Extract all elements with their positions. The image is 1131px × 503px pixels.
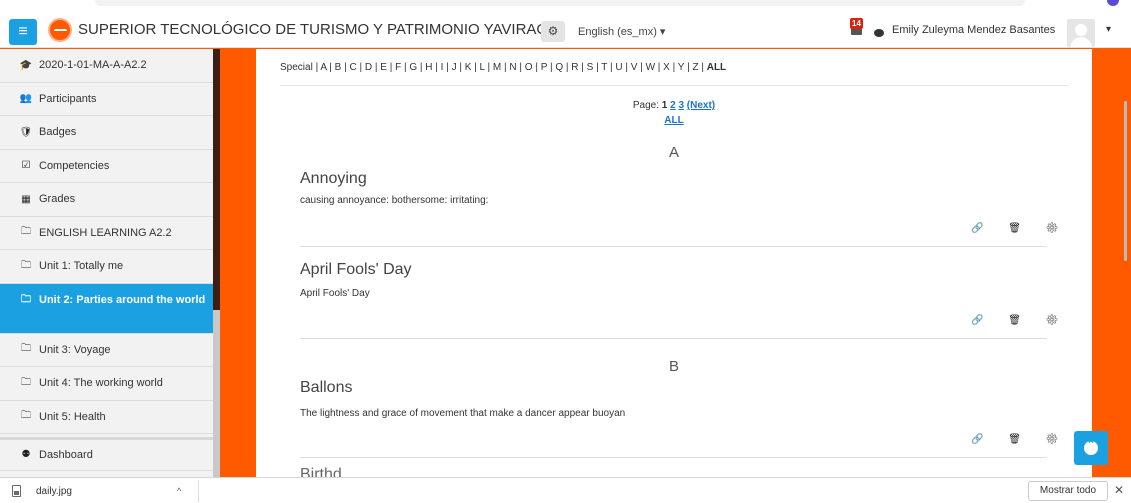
site-logo[interactable]	[48, 18, 72, 42]
sidebar-item-participants[interactable]: 👥 Participants	[0, 82, 213, 116]
sidebar-item-label: Competencies	[39, 159, 110, 172]
table-icon: ▦	[21, 193, 31, 205]
notification-count-badge: 14	[850, 18, 863, 29]
sidebar-item-grades[interactable]: ▦ Grades	[0, 183, 213, 217]
sidebar-item-course[interactable]: 🎓 2020-1-01-MA-A-A2.2	[0, 49, 213, 83]
page-label: Page:	[632, 100, 659, 111]
divider	[280, 85, 1068, 86]
alphabet-filter[interactable]: Special | A | B | C | D | E | F | G | H …	[280, 62, 726, 73]
divider	[198, 480, 199, 502]
sidebar-item-label: Dashboard	[39, 448, 93, 461]
folder-icon: 🗀	[21, 410, 31, 422]
sidebar-item-label: ENGLISH LEARNING A2.2	[39, 226, 172, 239]
close-icon[interactable]: ✕	[1114, 483, 1124, 497]
chevron-up-icon[interactable]: ^	[177, 486, 181, 496]
folder-icon: 🗀	[21, 343, 31, 355]
entry-divider	[300, 457, 1047, 458]
user-name[interactable]: Emily Zuleyma Mendez Basantes	[892, 24, 1055, 36]
site-name[interactable]: SUPERIOR TECNOLÓGICO DE TURISMO Y PATRIM…	[78, 21, 547, 38]
users-icon: 👥	[19, 93, 33, 105]
page-scrollbar-thumb[interactable]	[1124, 101, 1127, 261]
sidebar: 🎓 2020-1-01-MA-A-A2.2 👥 Participants 🛡 Badg…	[0, 49, 213, 477]
page-link-3[interactable]: 3	[678, 100, 684, 111]
sidebar-scrollbar-thumb[interactable]	[213, 310, 220, 477]
avatar-body-shape	[1070, 37, 1092, 47]
entry-definition: causing annoyance: bothersome: irritatin…	[300, 195, 489, 206]
entry-action-icons[interactable]: 🔗 🗑 ⚙	[971, 315, 1069, 326]
entry-title: Annoying	[300, 170, 367, 187]
letter-heading-a: A	[668, 144, 679, 161]
notifications-button[interactable]: 14	[850, 18, 863, 35]
page-all-link[interactable]: ALL	[256, 115, 1092, 126]
sidebar-item-english-learning[interactable]: 🗀 ENGLISH LEARNING A2.2	[0, 216, 213, 250]
back-to-top-button[interactable]: ⌃	[1074, 431, 1108, 465]
sidebar-item-label: Badges	[39, 126, 77, 139]
glossary-main: Special | A | B | C | D | E | F | G | H …	[256, 49, 1092, 477]
sidebar-item-label: Unit 5: Health	[39, 410, 106, 423]
sidebar-item-unit-4[interactable]: 🗀 Unit 4: The working world	[0, 367, 213, 401]
page-next-link[interactable]: (Next)	[687, 100, 715, 111]
sidebar-item-label: Unit 3: Voyage	[39, 343, 111, 356]
shield-icon: 🛡	[19, 126, 33, 138]
navbar: ≡ SUPERIOR TECNOLÓGICO DE TURISMO Y PATR…	[0, 8, 1131, 48]
sidebar-item-competencies[interactable]: ☑ Competencies	[0, 149, 213, 183]
browser-tab-bar	[95, 0, 1025, 6]
sidebar-item-label: Participants	[39, 92, 97, 105]
download-file-name[interactable]: daily.jpg	[36, 486, 72, 497]
chat-icon[interactable]	[874, 29, 884, 37]
page-current: 1	[661, 100, 668, 111]
avatar[interactable]	[1067, 19, 1095, 47]
page-link-2[interactable]: 2	[670, 100, 676, 111]
settings-gear-button[interactable]: ⚙	[541, 21, 565, 42]
letter-heading-b: B	[668, 358, 679, 375]
entry-action-icons[interactable]: 🔗 🗑 ⚙	[971, 223, 1069, 234]
menu-toggle-button[interactable]: ≡	[9, 19, 37, 45]
hamburger-icon: ≡	[18, 23, 28, 40]
chevron-up-icon: ⌃	[1086, 439, 1096, 451]
alphabet-letters[interactable]: Special | A | B | C | D | E | F | G | H …	[280, 62, 704, 73]
sidebar-item-dashboard[interactable]: ⚉ Dashboard	[0, 437, 213, 471]
dashboard-icon: ⚉	[21, 449, 31, 461]
pagination: Page: 1 2 3 (Next)	[256, 100, 1092, 111]
avatar-head-shape	[1075, 24, 1087, 36]
entry-title: Ballons	[300, 379, 353, 396]
language-selector[interactable]: English (es_mx) ▾	[578, 25, 665, 38]
sidebar-item-label: Grades	[39, 193, 76, 206]
browser-profile-icon[interactable]	[1107, 0, 1119, 6]
folder-icon: 🗀	[21, 226, 31, 238]
alphabet-all-link[interactable]: ALL	[707, 62, 726, 73]
page-scrollbar[interactable]	[1120, 49, 1131, 477]
entry-title-partial: Birthd	[300, 466, 342, 477]
user-menu-caret-icon[interactable]: ▾	[1106, 24, 1111, 35]
folder-icon: 🗀	[21, 293, 31, 305]
entry-divider	[300, 246, 1047, 247]
show-all-downloads-button[interactable]: Mostrar todo	[1028, 481, 1108, 501]
entry-title: April Fools' Day	[300, 261, 412, 278]
download-bar: daily.jpg ^ Mostrar todo ✕	[0, 477, 1131, 503]
checkbox-icon: ☑	[21, 160, 31, 172]
sidebar-item-unit-5[interactable]: 🗀 Unit 5: Health	[0, 400, 213, 434]
entry-definition: The lightness and grace of movement that…	[300, 408, 626, 419]
sidebar-item-unit-3[interactable]: 🗀 Unit 3: Voyage	[0, 333, 213, 367]
graduation-cap-icon: 🎓	[19, 59, 33, 71]
entry-divider	[300, 338, 1047, 339]
sidebar-item-label: 2020-1-01-MA-A-A2.2	[39, 59, 147, 72]
entry-action-icons[interactable]: 🔗 🗑 ⚙	[971, 434, 1069, 445]
sidebar-item-badges[interactable]: 🛡 Badges	[0, 116, 213, 150]
sidebar-item-label: Unit 2: Parties around the world	[39, 293, 206, 306]
sidebar-item-label: Unit 4: The working world	[39, 377, 163, 390]
folder-icon: 🗀	[21, 259, 31, 271]
sidebar-item-unit-1[interactable]: 🗀 Unit 1: Totally me	[0, 250, 213, 284]
sidebar-item-label: Unit 1: Totally me	[39, 260, 124, 273]
gear-icon: ⚙	[547, 24, 559, 38]
folder-icon: 🗀	[21, 376, 31, 388]
sidebar-item-unit-2[interactable]: 🗀 Unit 2: Parties around the world	[0, 283, 213, 334]
entry-definition: April Fools' Day	[300, 288, 370, 299]
browser-top-strip	[0, 0, 1131, 8]
image-file-icon	[12, 485, 21, 497]
